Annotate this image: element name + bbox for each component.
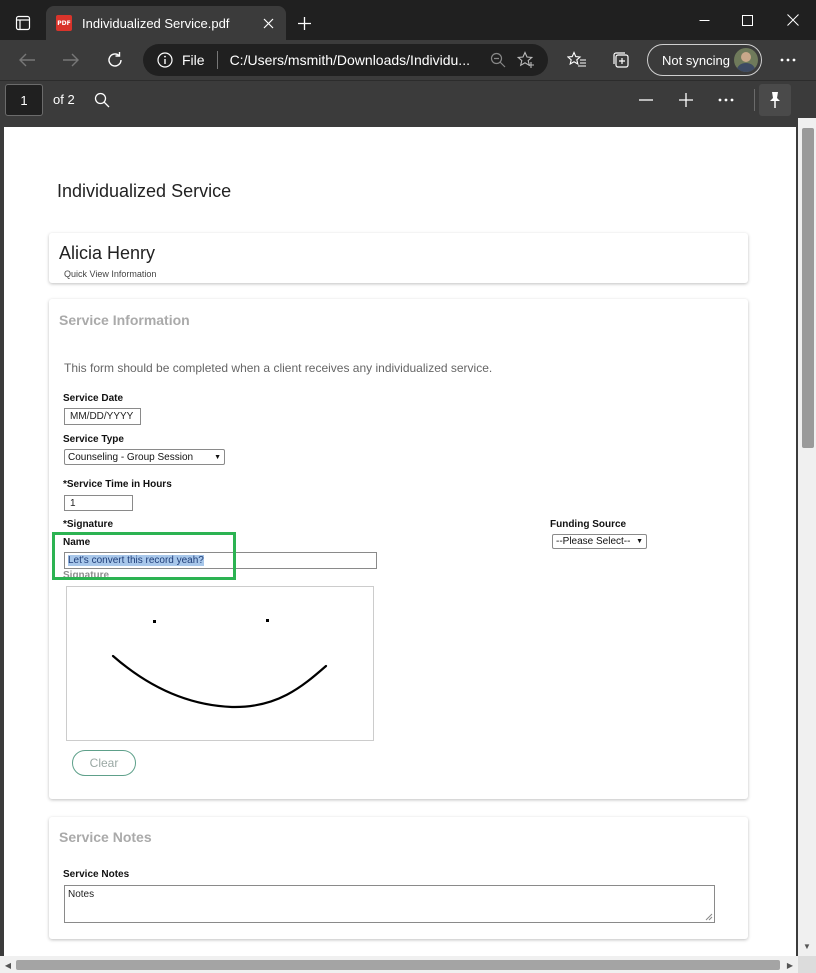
service-notes-label: Service Notes	[63, 869, 130, 880]
pin-icon	[770, 92, 780, 108]
favorites-button[interactable]	[562, 46, 592, 74]
add-favorite-icon[interactable]	[512, 51, 540, 69]
funding-source-value: --Please Select--	[556, 536, 631, 547]
close-icon	[787, 14, 799, 26]
refresh-icon	[108, 52, 122, 67]
minimize-button[interactable]	[684, 6, 724, 34]
arrow-right-icon	[63, 53, 79, 67]
service-notes-textarea[interactable]: Notes	[64, 885, 715, 923]
plus-icon	[297, 16, 311, 30]
scheme-label: File	[182, 52, 205, 68]
section-title-service-notes: Service Notes	[59, 829, 152, 845]
settings-more-button[interactable]	[773, 46, 803, 74]
forward-button[interactable]	[56, 46, 86, 74]
notes-text: Notes	[68, 889, 95, 900]
tab-close-button[interactable]	[258, 13, 278, 33]
pin-toolbar-button[interactable]	[759, 84, 791, 116]
address-bar[interactable]: File C:/Users/msmith/Downloads/Individu.…	[143, 44, 548, 76]
zoom-out-icon[interactable]	[484, 52, 512, 68]
search-icon	[94, 92, 110, 108]
signature-pad[interactable]	[66, 586, 374, 741]
tab-title: Individualized Service.pdf	[82, 15, 230, 31]
service-type-value: Counseling - Group Session	[68, 451, 194, 463]
collections-button[interactable]	[606, 46, 636, 74]
client-card: Alicia Henry Quick View Information	[49, 233, 748, 283]
collections-icon	[613, 52, 629, 68]
service-date-label: Service Date	[63, 393, 124, 404]
url-text[interactable]: C:/Users/msmith/Downloads/Individu...	[230, 52, 484, 68]
resize-grip-icon[interactable]	[705, 913, 713, 921]
signature-label: *Signature	[63, 519, 114, 530]
scroll-right-arrow-icon[interactable]: ▶	[784, 958, 796, 972]
pdf-toolbar: 1 of 2	[0, 80, 816, 118]
document-title: Individualized Service	[57, 181, 232, 201]
browser-toolbar: File C:/Users/msmith/Downloads/Individu.…	[0, 40, 816, 80]
scroll-down-arrow-icon[interactable]: ▼	[800, 940, 814, 952]
toolbar-divider	[754, 89, 755, 111]
tab-actions-icon	[15, 15, 31, 31]
zoom-out-button[interactable]	[632, 87, 660, 113]
pdf-more-button[interactable]	[712, 87, 740, 113]
address-divider	[216, 51, 218, 69]
scroll-left-arrow-icon[interactable]: ◀	[2, 958, 14, 972]
favorites-icon	[567, 51, 586, 67]
tab-actions-button[interactable]	[8, 8, 38, 38]
plus-icon	[679, 93, 693, 107]
funding-source-label: Funding Source	[550, 519, 627, 530]
pdf-search-button[interactable]	[88, 87, 116, 113]
profile-sync-button[interactable]: Not syncing	[647, 44, 762, 76]
section-title-service-information: Service Information	[59, 312, 190, 328]
refresh-button[interactable]	[100, 46, 130, 74]
funding-source-select[interactable]: --Please Select-- ▼	[552, 534, 647, 549]
browser-tab-active[interactable]: PDF Individualized Service.pdf	[46, 6, 286, 40]
chevron-down-icon: ▼	[636, 538, 643, 545]
browser-title-bar: PDF Individualized Service.pdf	[0, 0, 816, 40]
close-window-button[interactable]	[773, 6, 813, 34]
chevron-down-icon: ▼	[214, 453, 221, 461]
vertical-scroll-thumb[interactable]	[802, 128, 814, 448]
info-icon[interactable]	[156, 51, 174, 69]
zoom-in-button[interactable]	[672, 87, 700, 113]
page-count-label: of 2	[53, 92, 75, 107]
back-button[interactable]	[12, 46, 42, 74]
sync-status-label: Not syncing	[662, 52, 730, 68]
horizontal-scroll-thumb[interactable]	[16, 960, 780, 970]
profile-avatar	[734, 48, 758, 72]
service-time-input[interactable]: 1	[64, 495, 133, 511]
more-horizontal-icon	[718, 98, 734, 102]
signature-drawing	[111, 619, 328, 709]
maximize-button[interactable]	[727, 6, 767, 34]
client-name: Alicia Henry	[59, 243, 156, 263]
client-subtitle: Quick View Information	[64, 269, 157, 279]
form-intro-text: This form should be completed when a cli…	[64, 361, 493, 375]
service-notes-card: Service Notes Service Notes Notes	[49, 817, 748, 939]
service-type-label: Service Type	[63, 434, 124, 445]
service-time-label: *Service Time in Hours	[63, 479, 172, 490]
arrow-left-icon	[19, 53, 35, 67]
service-type-select[interactable]: Counseling - Group Session ▼	[64, 449, 225, 465]
page-number-input[interactable]: 1	[5, 84, 43, 116]
new-tab-button[interactable]	[292, 11, 316, 35]
annotation-highlight-box	[52, 532, 236, 580]
minimize-icon	[699, 19, 709, 21]
clear-signature-button[interactable]: Clear	[72, 750, 136, 776]
maximize-icon	[741, 14, 753, 26]
service-date-input[interactable]: MM/DD/YYYY	[64, 408, 141, 425]
pdf-file-icon: PDF	[56, 15, 72, 31]
close-icon	[263, 18, 273, 28]
more-horizontal-icon	[780, 58, 796, 62]
scrollbar-corner	[798, 956, 816, 973]
minus-icon	[639, 99, 653, 101]
